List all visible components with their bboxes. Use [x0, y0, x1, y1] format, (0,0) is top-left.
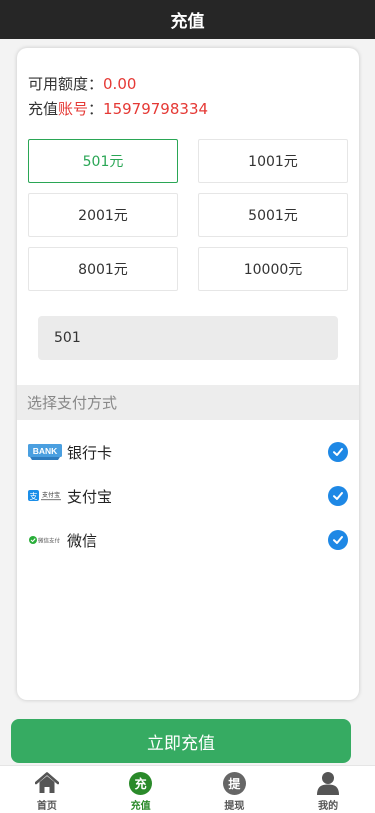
tab-recharge[interactable]: 充 充值: [94, 766, 188, 813]
tab-mine[interactable]: 我的: [281, 766, 375, 813]
checkmark-icon[interactable]: [328, 442, 348, 462]
recharge-icon: 充: [129, 771, 153, 795]
amount-grid: 501元 1001元 2001元 5001元 8001元 10000元: [28, 139, 348, 291]
tab-label: 首页: [36, 801, 57, 812]
balance-value: 0.00: [103, 75, 137, 93]
submit-recharge-button[interactable]: 立即充值: [11, 719, 351, 763]
amount-option[interactable]: 501元: [28, 139, 178, 183]
payment-method-bank[interactable]: BANK 银行卡: [17, 430, 359, 474]
amount-option[interactable]: 1001元: [198, 139, 348, 183]
payment-method-alipay[interactable]: 支 支付宝 支付宝: [17, 474, 359, 518]
checkmark-icon[interactable]: [328, 530, 348, 550]
balance-row: 可用额度：0.00: [28, 72, 208, 97]
wechat-pay-icon: 微信支付: [28, 531, 62, 549]
payment-section-title: 选择支付方式: [17, 385, 359, 420]
amount-option[interactable]: 8001元: [28, 247, 178, 291]
payment-method-name: 微信: [67, 531, 98, 550]
alipay-icon: 支 支付宝: [28, 487, 62, 505]
account-label-prefix: 充值: [28, 100, 59, 118]
tab-home[interactable]: 首页: [0, 766, 94, 813]
tab-label: 我的: [318, 801, 339, 812]
withdraw-icon: 提: [222, 771, 246, 795]
account-label-highlight: 账号: [58, 100, 89, 118]
recharge-card: 可用额度：0.00 充值账号：15979798334 501元 1001元 20…: [17, 48, 359, 700]
svg-text:微信支付: 微信支付: [38, 537, 61, 545]
svg-text:BANK: BANK: [33, 446, 58, 456]
amount-option[interactable]: 10000元: [198, 247, 348, 291]
amount-option[interactable]: 2001元: [28, 193, 178, 237]
payment-method-wechat[interactable]: 微信支付 微信: [17, 518, 359, 562]
account-info: 可用额度：0.00 充值账号：15979798334: [28, 72, 208, 122]
account-row: 充值账号：15979798334: [28, 97, 208, 122]
home-icon: [34, 771, 59, 795]
page-title: 充值: [170, 12, 205, 32]
tab-label: 充值: [130, 801, 151, 812]
payment-method-name: 支付宝: [67, 487, 113, 506]
payment-method-list: BANK 银行卡 支 支付宝 支付宝 微信支付 微信: [17, 430, 359, 562]
account-colon: ：: [88, 100, 104, 118]
balance-label: 可用额度：: [28, 75, 104, 93]
svg-text:支付宝: 支付宝: [42, 491, 60, 499]
svg-text:支: 支: [30, 491, 38, 501]
account-value: 15979798334: [103, 100, 209, 118]
bank-card-icon: BANK: [28, 443, 62, 461]
tab-withdraw[interactable]: 提 提现: [188, 766, 282, 813]
amount-option[interactable]: 5001元: [198, 193, 348, 237]
custom-amount-input[interactable]: [38, 316, 338, 360]
top-bar: 充值: [0, 0, 375, 39]
payment-method-name: 银行卡: [67, 443, 113, 462]
checkmark-icon[interactable]: [328, 486, 348, 506]
tab-label: 提现: [224, 801, 245, 812]
bottom-tab-bar: 首页 充 充值 提 提现 我的: [0, 765, 375, 813]
user-icon: [316, 771, 340, 795]
